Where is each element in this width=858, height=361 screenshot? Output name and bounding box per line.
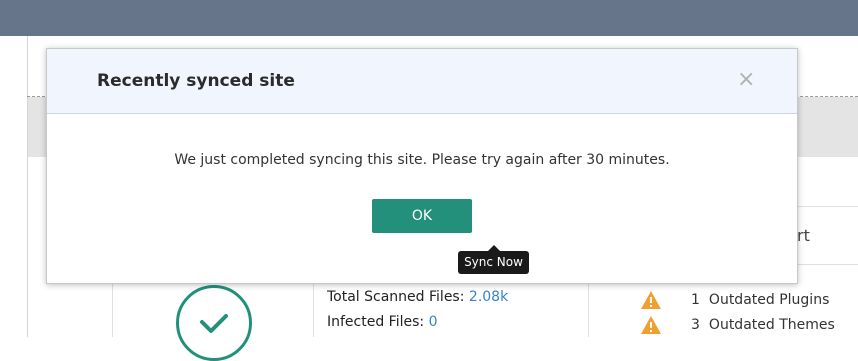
outdated-plugins-row[interactable]: 1 Outdated Plugins bbox=[640, 290, 829, 310]
modal-message: We just completed syncing this site. Ple… bbox=[174, 152, 670, 168]
warning-icon bbox=[641, 291, 661, 309]
infected-files-value[interactable]: 0 bbox=[429, 314, 438, 330]
right-panel-border bbox=[796, 206, 858, 207]
infected-files: Infected Files: 0 bbox=[327, 314, 438, 330]
sync-now-tooltip: Sync Now bbox=[458, 251, 529, 274]
top-nav-bar bbox=[0, 0, 858, 36]
total-scanned-value[interactable]: 2.08k bbox=[469, 289, 508, 305]
modal-header: Recently synced site × bbox=[47, 49, 797, 114]
infected-files-label: Infected Files: bbox=[327, 314, 425, 330]
outdated-themes-count: 3 bbox=[691, 317, 700, 333]
outdated-themes-row[interactable]: 3 Outdated Themes bbox=[640, 315, 835, 335]
ok-button[interactable]: OK bbox=[372, 199, 472, 233]
modal-title: Recently synced site bbox=[97, 71, 295, 91]
recently-synced-modal: Recently synced site × We just completed… bbox=[46, 48, 798, 284]
left-divider bbox=[27, 36, 28, 337]
status-check-icon bbox=[176, 285, 252, 361]
right-panel-partial-label: rt bbox=[797, 226, 810, 245]
right-panel-border-bottom bbox=[796, 264, 858, 265]
outdated-themes-label: Outdated Themes bbox=[708, 317, 835, 333]
outdated-plugins-count: 1 bbox=[691, 292, 700, 308]
warning-icon bbox=[641, 316, 661, 334]
close-icon[interactable]: × bbox=[737, 69, 755, 91]
total-scanned-label: Total Scanned Files: bbox=[327, 289, 465, 305]
total-scanned-files: Total Scanned Files: 2.08k bbox=[327, 289, 508, 305]
outdated-plugins-label: Outdated Plugins bbox=[708, 292, 830, 308]
